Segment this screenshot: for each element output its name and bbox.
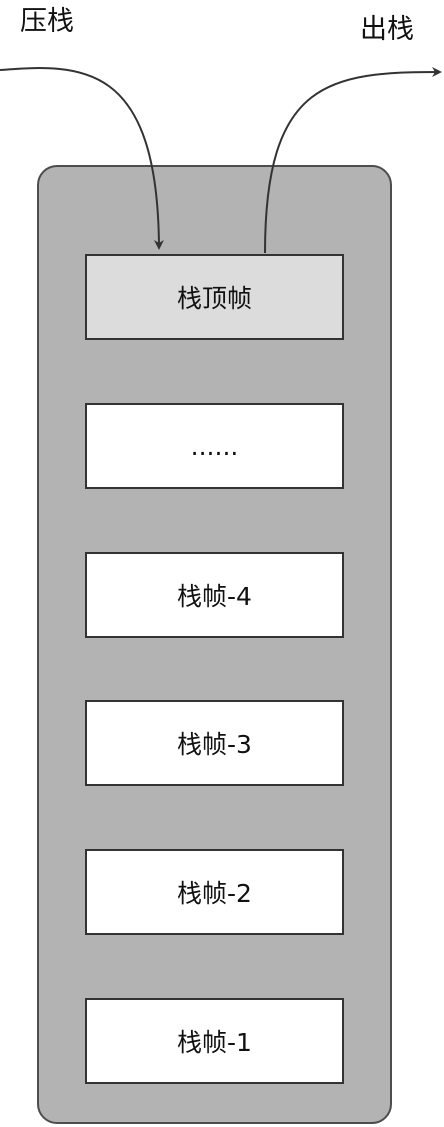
pop-label: 出栈 bbox=[360, 14, 414, 45]
stack-frame-label: ...... bbox=[190, 431, 239, 461]
stack-frame-label: 栈帧-4 bbox=[177, 582, 252, 611]
stack-frame-4: 栈帧-4 bbox=[85, 552, 344, 638]
stack-frame-3: 栈帧-3 bbox=[85, 700, 344, 786]
stack-frame-label: 栈顶帧 bbox=[176, 284, 252, 313]
stack-frame-1: 栈帧-1 bbox=[85, 998, 344, 1084]
push-label: 压栈 bbox=[20, 6, 74, 37]
stack-frame-label: 栈帧-1 bbox=[177, 1028, 252, 1057]
stack-frame-top: 栈顶帧 bbox=[85, 254, 344, 340]
stack-frame-label: 栈帧-2 bbox=[177, 879, 252, 908]
stack-frame-2: 栈帧-2 bbox=[85, 849, 344, 935]
stack-frame-label: 栈帧-3 bbox=[177, 730, 252, 759]
stack-frame-ellipsis: ...... bbox=[85, 403, 344, 489]
